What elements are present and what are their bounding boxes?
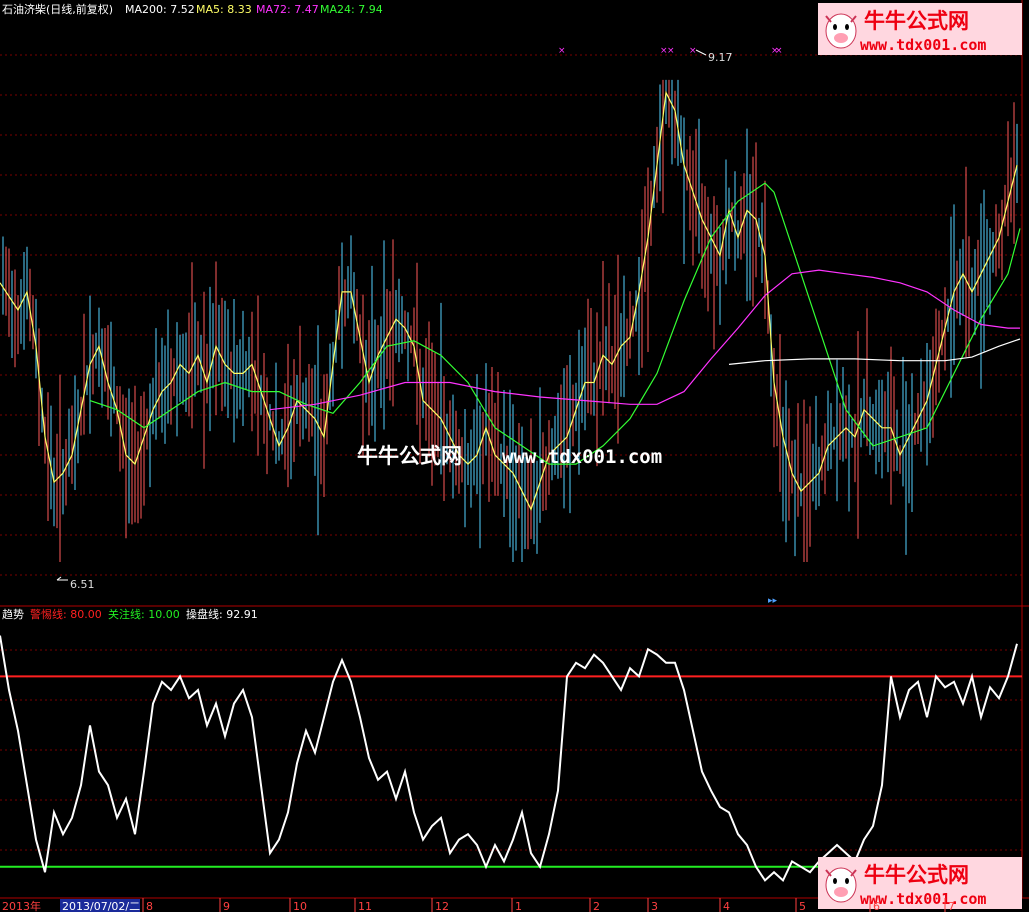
month-label: 8: [146, 900, 153, 912]
bottom-marker: ▸▸: [768, 596, 778, 606]
warn-value: 80.00: [70, 608, 102, 621]
cow-icon: [825, 13, 857, 49]
ma5-label: MA5: 8.33: [196, 3, 252, 16]
focus-value: 10.00: [148, 608, 180, 621]
signal-marker: ×: [775, 46, 783, 56]
trend-value: 92.91: [226, 608, 258, 621]
month-label: 4: [723, 900, 730, 912]
ma72-name: MA72: [256, 3, 287, 16]
top-logo: 牛牛公式网 www.tdx001.com: [818, 3, 1022, 55]
signal-marker: ×: [667, 46, 675, 56]
ma5-value: 8.33: [227, 3, 252, 16]
focus-line-label: 关注线: 10.00: [108, 607, 180, 621]
sub-title: 趋势: [2, 608, 24, 621]
signal-marker: ×: [689, 46, 697, 56]
month-label: 2: [593, 900, 600, 912]
logo-url: www.tdx001.com: [860, 36, 986, 54]
month-label: 3: [651, 900, 658, 912]
cow-icon: [825, 867, 857, 903]
month-label: 12: [435, 900, 449, 912]
watermark-site-name: 牛牛公式网: [357, 444, 462, 468]
year-label: 2013年: [2, 899, 41, 912]
ma24-name: MA24: [320, 3, 351, 16]
warn-line-label: 警惕线: 80.00: [30, 607, 102, 621]
month-label: 10: [293, 900, 307, 912]
warn-name: 警惕线: [30, 607, 63, 621]
ma72-value: 7.47: [294, 3, 319, 16]
month-label: 1: [515, 900, 522, 912]
stock-chart: × × × × × × ▸▸ 9.17 6.51 石油济柴(日线,前复权) MA…: [0, 0, 1029, 912]
ma5-name: MA5: [196, 3, 220, 16]
center-watermark: 牛牛公式网 www.tdx001.com: [357, 444, 662, 468]
ma72-label: MA72: 7.47: [256, 3, 319, 16]
watermark-url: www.tdx001.com: [502, 446, 662, 468]
high-label: 9.17: [708, 51, 733, 64]
month-label: 11: [358, 900, 372, 912]
month-label: 9: [223, 900, 230, 912]
low-label: 6.51: [70, 578, 95, 591]
month-label: 6: [873, 900, 880, 912]
logo-site-name: 牛牛公式网: [864, 9, 969, 33]
trend-name: 操盘线: [186, 607, 219, 621]
sub-legend: 趋势 警惕线: 80.00 关注线: 10.00 操盘线: 92.91: [2, 607, 258, 621]
bottom-logo: 牛牛公式网 www.tdx001.com: [818, 857, 1022, 909]
ma24-value: 7.94: [358, 3, 383, 16]
logo-site-name: 牛牛公式网: [864, 863, 969, 887]
month-label: 7: [948, 900, 955, 912]
month-label: 5: [799, 900, 806, 912]
ma200-name: MA200: [125, 3, 163, 16]
ma24-label: MA24: 7.94: [320, 3, 383, 16]
chart-title: 石油济柴(日线,前复权): [2, 2, 113, 16]
cursor-date[interactable]: 2013/07/02/二: [62, 900, 140, 912]
focus-name: 关注线: [108, 607, 141, 621]
ma200-value: 7.52: [170, 3, 195, 16]
signal-marker: ×: [558, 46, 566, 56]
trend-line-label: 操盘线: 92.91: [186, 607, 258, 621]
main-legend: 石油济柴(日线,前复权) MA200: 7.52 MA5: 8.33 MA72:…: [2, 2, 383, 16]
ma200-label: MA200: 7.52: [125, 3, 195, 16]
